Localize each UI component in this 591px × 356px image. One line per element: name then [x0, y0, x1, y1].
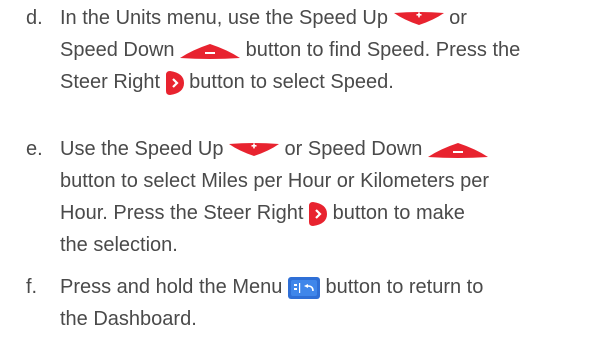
step-line: Hour. Press the Steer Right button to ma…	[60, 197, 590, 229]
step-text: Use the Speed Up or Speed Down button to…	[60, 133, 590, 261]
text-segment: button to return to	[319, 276, 484, 298]
step-line: Press and hold the Menu button to return…	[60, 271, 590, 303]
text-segment: button to find Speed. Press the	[240, 39, 521, 61]
step-line: the selection.	[60, 229, 590, 261]
text-segment: Hour. Press the Steer Right	[60, 202, 310, 224]
text-segment: In the Units menu, use the Speed Up	[60, 7, 394, 29]
text-segment: Speed Down	[60, 39, 181, 61]
text-segment: button to select Miles per Hour or Kilom…	[60, 170, 490, 192]
text-segment: the selection.	[60, 234, 178, 256]
step-marker: f.	[26, 276, 38, 298]
step-line: Steer Right button to select Speed.	[60, 66, 590, 98]
step-line: Use the Speed Up or Speed Down	[60, 133, 590, 165]
step-line: button to select Miles per Hour or Kilom…	[60, 165, 590, 197]
text-segment: button to select Speed.	[183, 71, 394, 93]
speed-down-icon	[427, 142, 488, 158]
text-segment: Press and hold the Menu	[60, 276, 288, 298]
speed-up-icon	[229, 142, 279, 157]
step-text: Press and hold the Menu button to return…	[60, 271, 590, 335]
text-segment: Steer Right	[60, 71, 166, 93]
step-marker: d.	[26, 7, 43, 29]
steer-right-icon	[309, 201, 328, 226]
step-text: In the Units menu, use the Speed Up or Sp…	[60, 2, 590, 98]
menu-icon	[287, 276, 320, 299]
steer-right-icon	[165, 70, 184, 95]
step-line: Speed Down button to find Speed. Press t…	[60, 34, 590, 66]
speed-down-icon	[180, 43, 241, 59]
step-line: In the Units menu, use the Speed Up or	[60, 2, 590, 34]
text-segment: or	[443, 7, 467, 29]
text-segment: button to make	[327, 202, 465, 224]
text-segment: Use the Speed Up	[60, 138, 229, 160]
text-segment: the Dashboard.	[60, 308, 197, 330]
step-line: the Dashboard.	[60, 303, 590, 335]
step-marker: e.	[26, 138, 43, 160]
text-segment: or Speed Down	[279, 138, 428, 160]
speed-up-icon	[393, 11, 444, 26]
